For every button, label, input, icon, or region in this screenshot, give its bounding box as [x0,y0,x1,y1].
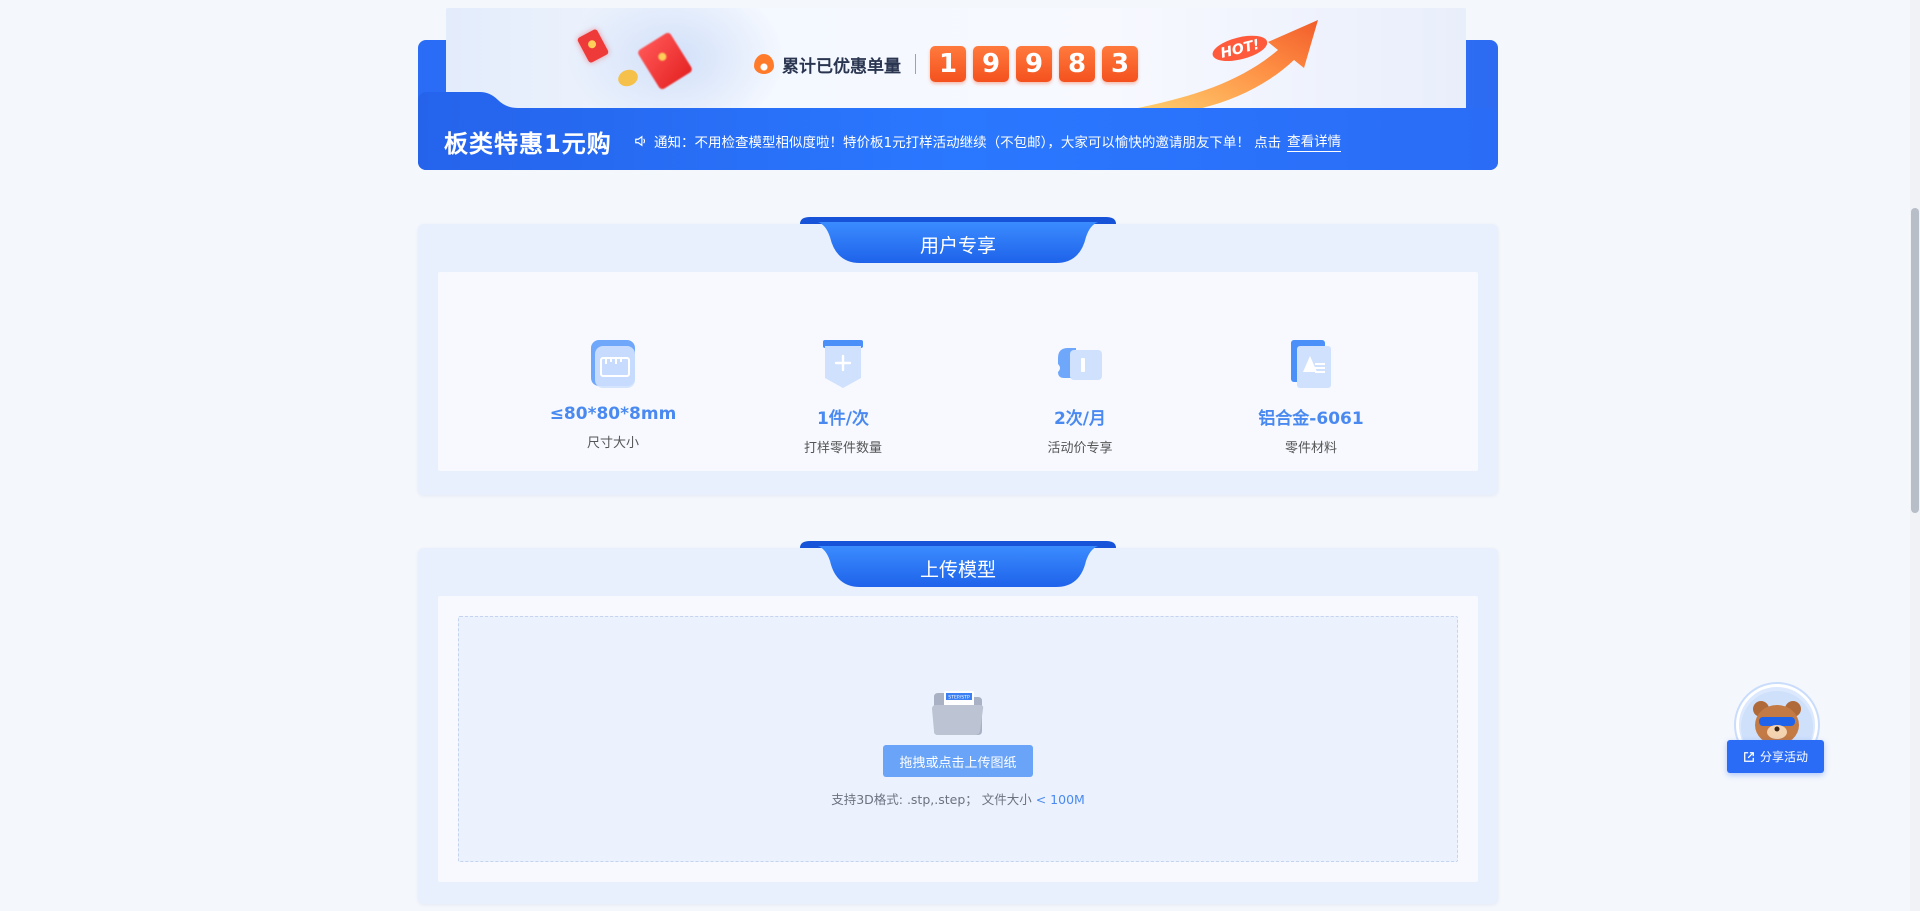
counter-digits: 1 9 9 8 3 [930,46,1138,82]
speaker-icon [635,135,646,147]
page: 累计已优惠单量 1 9 9 8 3 HOT! 板类特惠1元购 通知：不用检查模型… [0,0,1920,911]
scrollbar-track[interactable] [1910,0,1920,911]
upload-button[interactable]: 拖拽或点击上传图纸 [883,745,1033,777]
notice-text: 通知：不用检查模型相似度啦！特价板1元打样活动继续（不包邮），大家可以愉快的邀请… [654,135,1282,151]
upload-panel: STEP/STP 拖拽或点击上传图纸 支持3D格式: .stp,.step； 文… [438,596,1478,882]
ruler-icon [591,340,635,388]
user-exclusive-section: 用户专享 ≤80*80*8mm 尺寸大小 1件/次 打样零件数量 2次/月 活动… [418,217,1498,495]
scrollbar-thumb[interactable] [1911,208,1919,513]
upload-dropzone[interactable]: STEP/STP 拖拽或点击上传图纸 支持3D格式: .stp,.step； 文… [458,616,1458,862]
fire-icon [754,54,774,74]
perk-label: 零件材料 [1284,441,1337,456]
material-icon [1291,340,1331,388]
section-title: 用户专享 [919,235,996,257]
counter-divider [915,54,916,74]
notice-bar: 通知：不用检查模型相似度啦！特价板1元打样活动继续（不包邮），大家可以愉快的邀请… [634,130,1342,152]
perk-label: 打样零件数量 [803,441,882,456]
perk-item: ≤80*80*8mm 尺寸大小 [513,338,713,451]
counter-digit: 8 [1059,46,1095,82]
share-activity-button[interactable]: 分享活动 [1727,740,1824,773]
folder-icon: STEP/STP [932,691,984,735]
upload-size-limit: < 100M [1035,792,1085,807]
perk-item: 铝合金-6061 零件材料 [1211,338,1411,456]
perk-item: 1件/次 打样零件数量 [743,338,943,456]
perk-value: 2次/月 [1053,409,1107,429]
counter-label: 累计已优惠单量 [782,56,901,77]
perk-value: 1件/次 [816,409,870,429]
upload-hint-text: 支持3D格式: .stp,.step； 文件大小 [831,792,1036,807]
perk-value: ≤80*80*8mm [549,404,677,424]
upload-hint: 支持3D格式: .stp,.step； 文件大小 < 100M [459,789,1457,808]
discount-counter: 累计已优惠单量 1 9 9 8 3 [754,46,1138,82]
counter-digit: 9 [1016,46,1052,82]
folder-tag: STEP/STP [948,695,970,701]
share-icon [1744,751,1754,762]
counter-digit: 1 [930,46,966,82]
perks-panel: ≤80*80*8mm 尺寸大小 1件/次 打样零件数量 2次/月 活动价专享 铝… [438,272,1478,471]
share-button-label: 分享活动 [1759,750,1808,764]
section-title: 上传模型 [919,559,996,581]
perk-label: 活动价专享 [1047,441,1113,456]
part-add-icon [823,340,863,388]
perk-label: 尺寸大小 [586,436,639,451]
upload-model-section: 上传模型 STEP/STP 拖拽或点击上传图纸 支持3D格式: .stp,.st… [418,541,1498,904]
ticket-icon [1058,348,1102,380]
promo-title: 板类特惠1元购 [444,130,612,158]
counter-digit: 9 [973,46,1009,82]
perk-item: 2次/月 活动价专享 [980,338,1180,456]
perk-value: 铝合金-6061 [1258,409,1364,429]
view-details-link[interactable]: 查看详情 [1287,130,1342,152]
